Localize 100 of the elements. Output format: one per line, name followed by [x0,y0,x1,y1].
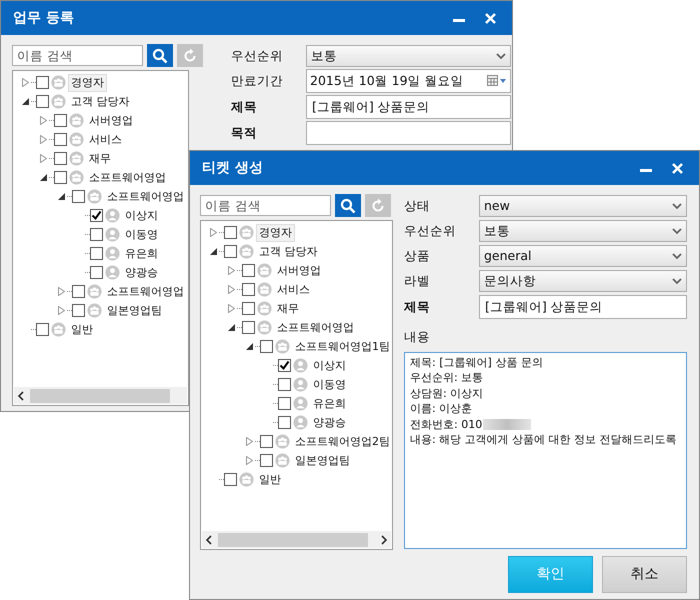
tree-item[interactable]: 재무 [274,300,302,318]
checkbox[interactable] [224,226,237,239]
close-icon[interactable] [672,162,683,174]
close-icon[interactable] [485,12,496,24]
expand-arrow-icon[interactable] [210,228,216,237]
checkbox[interactable] [36,95,49,108]
tree-item[interactable]: 서비스 [86,130,125,148]
refresh-icon [370,198,386,214]
search-button[interactable] [147,44,173,67]
collapse-arrow-icon[interactable] [22,98,28,105]
dropdown[interactable]: general [479,245,687,267]
dropdown[interactable]: 보통 [479,220,687,242]
checkbox[interactable] [54,114,67,127]
horizontal-scrollbar[interactable] [14,387,187,404]
checkbox[interactable] [242,264,255,277]
tree-item[interactable]: 서버영업 [86,112,136,130]
checkbox[interactable] [224,473,237,486]
collapse-arrow-icon[interactable] [58,193,64,200]
tree-item[interactable]: 이동영 [310,376,349,394]
search-field[interactable]: 이름 검색 [200,195,331,216]
search-field[interactable]: 이름 검색 [12,45,143,66]
checkbox[interactable] [278,359,291,372]
collapse-arrow-icon[interactable] [246,343,252,350]
checkbox[interactable] [260,435,273,448]
tree-item[interactable]: 소프트웨어영업 [104,282,187,300]
tree-item[interactable]: 유은희 [310,394,349,412]
text-field[interactable]: [그룹웨어] 상품문의 [479,295,687,319]
tree-item[interactable]: 경영자 [256,224,295,242]
tree-item[interactable]: 일본영업팀 [292,452,353,470]
dropdown[interactable]: 보통 [306,45,511,67]
checkbox[interactable] [224,245,237,258]
tree-item[interactable]: 소프트웨어영업2팀 [292,432,392,450]
tree-item[interactable]: 소프트웨어영업1팀 [292,338,392,356]
expand-arrow-icon[interactable] [228,304,234,313]
checkbox[interactable] [278,416,291,429]
checkbox[interactable] [54,171,67,184]
content-textarea[interactable]: 제목: [그룹웨어] 상품 문의 우선순위: 보통 상담원: 이상지 이름: 이상훈 전화번호: 010 내용: 해당 고객에게 상품에 대한 정보 전달해드리도록 [404,352,687,549]
expand-arrow-icon[interactable] [246,437,252,446]
collapse-arrow-icon[interactable] [40,174,46,181]
tree-item[interactable]: 소프트웨어영업 [274,318,357,336]
checkbox[interactable] [90,247,103,260]
calendar-icon[interactable] [487,75,507,87]
checkbox[interactable] [242,302,255,315]
expand-arrow-icon[interactable] [40,116,46,125]
checkbox[interactable] [242,321,255,334]
collapse-arrow-icon[interactable] [210,248,216,255]
dropdown[interactable]: 문의사항 [479,270,687,292]
checkbox[interactable] [54,133,67,146]
checkbox[interactable] [72,285,85,298]
tree-item[interactable]: 서버영업 [274,262,324,280]
horizontal-scrollbar[interactable] [202,531,391,548]
tree-item[interactable]: 양광승 [310,414,349,432]
tree-item[interactable]: 일본영업팀 [104,302,165,320]
checkbox[interactable] [72,304,85,317]
checkbox[interactable] [72,190,85,203]
text-field[interactable]: [그룹웨어] 상품문의 [306,95,511,119]
expand-arrow-icon[interactable] [228,285,234,294]
tree-item[interactable]: 양광승 [122,264,161,282]
content-line: 상담원: 이상지 [410,386,484,402]
tree-item[interactable]: 서비스 [274,280,313,298]
tree-item[interactable]: 소프트웨어영업 [86,168,169,186]
text-field[interactable] [306,121,511,145]
tree-item[interactable]: 이상지 [122,206,161,224]
checkbox[interactable] [90,266,103,279]
collapse-arrow-icon[interactable] [228,324,234,331]
minimize-icon[interactable] [640,169,652,173]
checkbox[interactable] [260,340,273,353]
tree-item[interactable]: 유은희 [122,244,161,262]
cancel-button[interactable]: 취소 [602,556,687,593]
window-title: 티켓 생성 [202,158,263,178]
checkbox[interactable] [54,152,67,165]
tree-item[interactable]: 경영자 [68,74,107,92]
check-icon [91,210,102,221]
checkbox[interactable] [36,76,49,89]
date-field[interactable]: 2015년 10월 19일 월요일 [306,69,511,93]
minimize-icon[interactable] [453,19,465,23]
tree-item[interactable]: 소프트웨어영업 [104,188,187,206]
tree-item[interactable]: 일반 [256,470,284,488]
tree-item[interactable]: 일반 [68,320,96,338]
tree-item[interactable]: 이동영 [122,226,161,244]
dropdown[interactable]: new [479,195,687,217]
expand-arrow-icon[interactable] [58,287,64,296]
checkbox[interactable] [278,378,291,391]
checkbox[interactable] [260,454,273,467]
checkbox[interactable] [90,209,103,222]
checkbox[interactable] [242,283,255,296]
expand-arrow-icon[interactable] [40,154,46,163]
expand-arrow-icon[interactable] [22,78,28,87]
tree-item[interactable]: 고객 담당자 [256,242,320,260]
checkbox[interactable] [90,228,103,241]
tree-item[interactable]: 재무 [86,150,114,168]
checkbox[interactable] [36,323,49,336]
checkbox[interactable] [278,397,291,410]
search-button[interactable] [335,194,361,217]
tree-item[interactable]: 이상지 [310,356,349,374]
expand-arrow-icon[interactable] [40,135,46,144]
expand-arrow-icon[interactable] [246,456,252,465]
expand-arrow-icon[interactable] [228,266,234,275]
tree-item[interactable]: 고객 담당자 [68,92,132,110]
expand-arrow-icon[interactable] [58,306,64,315]
